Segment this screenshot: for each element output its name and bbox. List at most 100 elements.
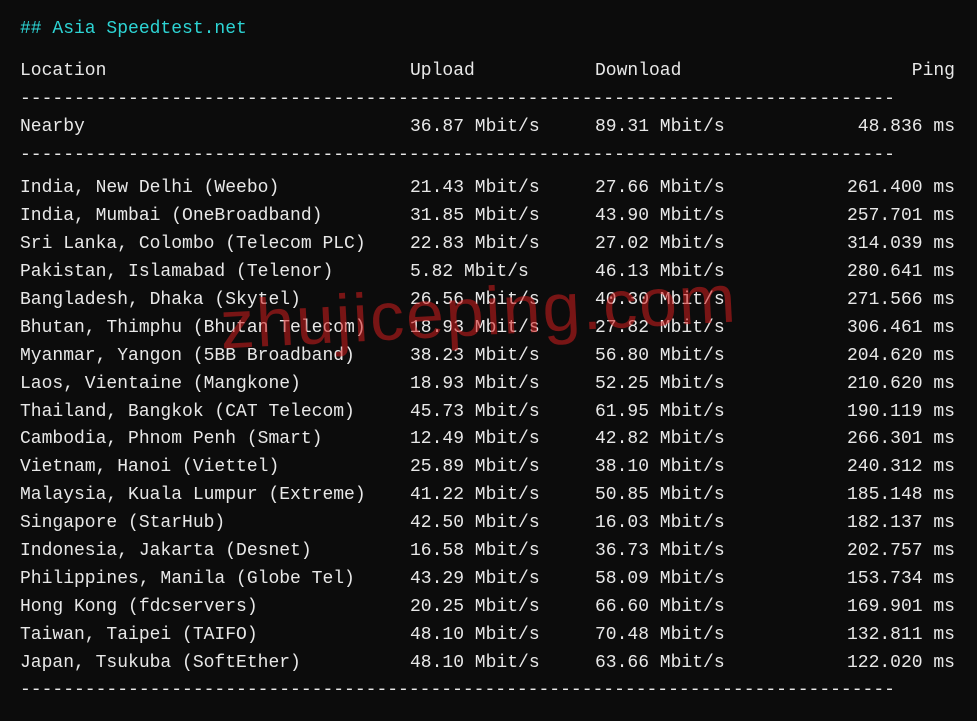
cell-upload: 20.25 Mbit/s (410, 594, 595, 622)
table-row: Philippines, Manila (Globe Tel)43.29 Mbi… (20, 566, 957, 594)
cell-location: India, New Delhi (Weebo) (20, 175, 410, 203)
cell-location: Sri Lanka, Colombo (Telecom PLC) (20, 231, 410, 259)
cell-location: Pakistan, Islamabad (Telenor) (20, 259, 410, 287)
cell-download: 58.09 Mbit/s (595, 566, 780, 594)
separator-line: ----------------------------------------… (20, 677, 957, 705)
cell-download: 27.02 Mbit/s (595, 231, 780, 259)
cell-download: 56.80 Mbit/s (595, 343, 780, 371)
cell-download: 63.66 Mbit/s (595, 650, 780, 678)
cell-upload: 25.89 Mbit/s (410, 454, 595, 482)
nearby-row: Nearby 36.87 Mbit/s 89.31 Mbit/s 48.836 … (20, 114, 957, 142)
table-row: Hong Kong (fdcservers)20.25 Mbit/s66.60 … (20, 594, 957, 622)
table-row: India, Mumbai (OneBroadband)31.85 Mbit/s… (20, 203, 957, 231)
cell-upload: 41.22 Mbit/s (410, 482, 595, 510)
cell-upload: 48.10 Mbit/s (410, 622, 595, 650)
cell-location: Vietnam, Hanoi (Viettel) (20, 454, 410, 482)
cell-location: Hong Kong (fdcservers) (20, 594, 410, 622)
cell-download: 50.85 Mbit/s (595, 482, 780, 510)
cell-location: Cambodia, Phnom Penh (Smart) (20, 426, 410, 454)
cell-location: Bhutan, Thimphu (Bhutan Telecom) (20, 315, 410, 343)
cell-location: India, Mumbai (OneBroadband) (20, 203, 410, 231)
separator-line: ----------------------------------------… (20, 142, 957, 170)
cell-ping: 204.620 ms (780, 343, 955, 371)
cell-upload: 38.23 Mbit/s (410, 343, 595, 371)
cell-location: Laos, Vientaine (Mangkone) (20, 371, 410, 399)
cell-location: Malaysia, Kuala Lumpur (Extreme) (20, 482, 410, 510)
cell-download: 66.60 Mbit/s (595, 594, 780, 622)
cell-ping: 190.119 ms (780, 399, 955, 427)
nearby-location: Nearby (20, 114, 410, 142)
cell-ping: 266.301 ms (780, 426, 955, 454)
cell-upload: 31.85 Mbit/s (410, 203, 595, 231)
cell-download: 70.48 Mbit/s (595, 622, 780, 650)
table-row: Singapore (StarHub)42.50 Mbit/s16.03 Mbi… (20, 510, 957, 538)
table-row: Cambodia, Phnom Penh (Smart)12.49 Mbit/s… (20, 426, 957, 454)
cell-download: 16.03 Mbit/s (595, 510, 780, 538)
table-row: Sri Lanka, Colombo (Telecom PLC)22.83 Mb… (20, 231, 957, 259)
cell-location: Myanmar, Yangon (5BB Broadband) (20, 343, 410, 371)
cell-download: 52.25 Mbit/s (595, 371, 780, 399)
cell-download: 27.82 Mbit/s (595, 315, 780, 343)
cell-upload: 43.29 Mbit/s (410, 566, 595, 594)
cell-location: Philippines, Manila (Globe Tel) (20, 566, 410, 594)
cell-ping: 122.020 ms (780, 650, 955, 678)
header-ping: Ping (780, 58, 955, 86)
cell-ping: 240.312 ms (780, 454, 955, 482)
cell-location: Singapore (StarHub) (20, 510, 410, 538)
table-row: Pakistan, Islamabad (Telenor)5.82 Mbit/s… (20, 259, 957, 287)
table-row: Taiwan, Taipei (TAIFO)48.10 Mbit/s70.48 … (20, 622, 957, 650)
nearby-ping: 48.836 ms (780, 114, 955, 142)
table-row: Laos, Vientaine (Mangkone)18.93 Mbit/s52… (20, 371, 957, 399)
cell-ping: 153.734 ms (780, 566, 955, 594)
cell-ping: 202.757 ms (780, 538, 955, 566)
cell-ping: 185.148 ms (780, 482, 955, 510)
cell-download: 38.10 Mbit/s (595, 454, 780, 482)
cell-upload: 12.49 Mbit/s (410, 426, 595, 454)
cell-upload: 48.10 Mbit/s (410, 650, 595, 678)
cell-download: 61.95 Mbit/s (595, 399, 780, 427)
header-download: Download (595, 58, 780, 86)
cell-ping: 169.901 ms (780, 594, 955, 622)
cell-ping: 271.566 ms (780, 287, 955, 315)
cell-ping: 306.461 ms (780, 315, 955, 343)
table-row: Indonesia, Jakarta (Desnet)16.58 Mbit/s3… (20, 538, 957, 566)
cell-ping: 314.039 ms (780, 231, 955, 259)
table-row: Bhutan, Thimphu (Bhutan Telecom)18.93 Mb… (20, 315, 957, 343)
header-upload: Upload (410, 58, 595, 86)
result-rows: India, New Delhi (Weebo)21.43 Mbit/s27.6… (20, 175, 957, 677)
separator-line: ----------------------------------------… (20, 86, 957, 114)
table-row: Vietnam, Hanoi (Viettel)25.89 Mbit/s38.1… (20, 454, 957, 482)
cell-download: 42.82 Mbit/s (595, 426, 780, 454)
cell-upload: 42.50 Mbit/s (410, 510, 595, 538)
cell-location: Bangladesh, Dhaka (Skytel) (20, 287, 410, 315)
table-row: Myanmar, Yangon (5BB Broadband)38.23 Mbi… (20, 343, 957, 371)
cell-upload: 22.83 Mbit/s (410, 231, 595, 259)
cell-ping: 182.137 ms (780, 510, 955, 538)
cell-location: Thailand, Bangkok (CAT Telecom) (20, 399, 410, 427)
cell-upload: 45.73 Mbit/s (410, 399, 595, 427)
cell-download: 40.30 Mbit/s (595, 287, 780, 315)
cell-location: Taiwan, Taipei (TAIFO) (20, 622, 410, 650)
cell-ping: 132.811 ms (780, 622, 955, 650)
cell-location: Japan, Tsukuba (SoftEther) (20, 650, 410, 678)
cell-ping: 257.701 ms (780, 203, 955, 231)
nearby-download: 89.31 Mbit/s (595, 114, 780, 142)
cell-upload: 16.58 Mbit/s (410, 538, 595, 566)
header-row: Location Upload Download Ping (20, 58, 957, 86)
cell-download: 36.73 Mbit/s (595, 538, 780, 566)
header-location: Location (20, 58, 410, 86)
table-row: Japan, Tsukuba (SoftEther)48.10 Mbit/s63… (20, 650, 957, 678)
table-row: Bangladesh, Dhaka (Skytel)26.56 Mbit/s40… (20, 287, 957, 315)
section-title: ## Asia Speedtest.net (20, 16, 957, 44)
cell-upload: 18.93 Mbit/s (410, 315, 595, 343)
nearby-upload: 36.87 Mbit/s (410, 114, 595, 142)
table-row: India, New Delhi (Weebo)21.43 Mbit/s27.6… (20, 175, 957, 203)
cell-ping: 210.620 ms (780, 371, 955, 399)
cell-upload: 5.82 Mbit/s (410, 259, 595, 287)
cell-location: Indonesia, Jakarta (Desnet) (20, 538, 410, 566)
cell-download: 27.66 Mbit/s (595, 175, 780, 203)
cell-ping: 261.400 ms (780, 175, 955, 203)
cell-ping: 280.641 ms (780, 259, 955, 287)
cell-upload: 18.93 Mbit/s (410, 371, 595, 399)
cell-download: 43.90 Mbit/s (595, 203, 780, 231)
